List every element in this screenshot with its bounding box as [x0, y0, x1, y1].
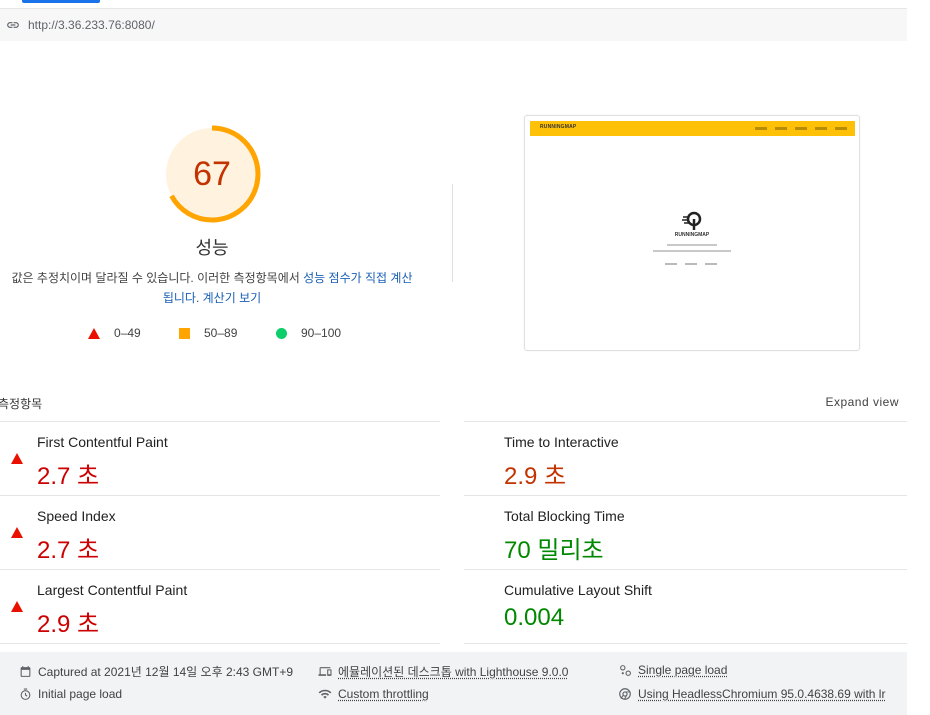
legend-range: 90–100	[301, 326, 342, 340]
legend-pass: 90–100	[276, 326, 341, 340]
single-page-load[interactable]: Single page load	[618, 663, 727, 677]
runner-logo-icon	[681, 210, 703, 232]
triangle-icon	[11, 584, 23, 612]
thumbnail-logo-text: RUNNINGMAP	[540, 124, 577, 130]
legend-range: 50–89	[204, 326, 238, 340]
description-separator: .	[195, 291, 203, 305]
emulated-device[interactable]: 에뮬레이션된 데스크톱 with Lighthouse 9.0.0	[318, 663, 568, 680]
single-load-text: Single page load	[638, 663, 728, 677]
link-icon	[6, 18, 20, 32]
devices-icon	[318, 665, 332, 679]
thumbnail-brand: RUNNINGMAP	[674, 232, 710, 238]
legend-average: 50–89	[179, 326, 237, 340]
calendar-icon	[18, 665, 32, 679]
thumbnail-text-line	[653, 250, 731, 252]
metric-time-to-interactive: Time to Interactive 2.9 초	[464, 421, 907, 495]
performance-score: 67	[193, 154, 231, 193]
runtime-settings-footer: Captured at 2021년 12월 14일 오후 2:43 GMT+9 …	[0, 652, 907, 715]
metric-name: Total Blocking Time	[504, 508, 625, 524]
throttling-text: Custom throttling	[338, 687, 429, 701]
final-screenshot-thumbnail[interactable]: RUNNINGMAP RUNNINGMAP	[524, 115, 860, 351]
initial-load-text: Initial page load	[38, 687, 123, 701]
vertical-divider	[452, 184, 453, 282]
page-url[interactable]: http://3.36.233.76:8080/	[28, 18, 155, 32]
gauge-label: 성능	[195, 238, 229, 258]
metric-first-contentful-paint: First Contentful Paint 2.7 초	[0, 421, 440, 495]
captured-text: Captured at 2021년 12월 14일 오후 2:43 GMT+9	[38, 665, 293, 679]
custom-throttling[interactable]: Custom throttling	[318, 687, 429, 701]
metric-value: 2.7 초	[37, 463, 100, 490]
metric-value: 2.9 초	[504, 463, 567, 490]
metric-value: 2.7 초	[37, 537, 100, 564]
thumbnail-header-bar: RUNNINGMAP	[530, 121, 855, 136]
metric-speed-index: Speed Index 2.7 초	[0, 495, 440, 569]
chromium-icon	[618, 687, 632, 701]
browser-info[interactable]: Using HeadlessChromium 95.0.4638.69 with…	[618, 687, 885, 701]
expand-view-button[interactable]: Expand view	[825, 395, 899, 409]
score-description: 값은 추정치이며 달라질 수 있습니다. 이러한 측정항목에서 성능 점수가 직…	[10, 268, 414, 308]
active-tab-indicator	[22, 0, 100, 3]
legend-fail: 0–49	[88, 326, 141, 340]
circle-icon	[276, 327, 287, 339]
triangle-icon	[11, 436, 23, 464]
metric-name: Largest Contentful Paint	[37, 582, 188, 598]
thumbnail-text-line	[667, 244, 717, 246]
metric-value: 0.004	[504, 604, 565, 631]
metric-name: Cumulative Layout Shift	[504, 582, 652, 598]
score-legend: 0–49 50–89 90–100	[0, 326, 430, 346]
performance-gauge: 67	[162, 124, 262, 224]
thumbnail-menu	[755, 125, 847, 130]
description-text: 값은 추정치이며 달라질 수 있습니다. 이러한 측정항목에서	[11, 271, 304, 285]
initial-page-load: Initial page load	[18, 687, 122, 701]
metric-value: 70 밀리초	[504, 537, 604, 564]
square-icon	[179, 327, 190, 339]
metric-name: Time to Interactive	[504, 434, 619, 450]
metric-cumulative-layout-shift: Cumulative Layout Shift 0.004	[464, 569, 907, 643]
metrics-title: 측정항목	[0, 397, 43, 411]
url-bar: http://3.36.233.76:8080/	[0, 8, 907, 41]
load-icon	[618, 663, 632, 677]
triangle-icon	[88, 327, 100, 339]
emulated-text: 에뮬레이션된 데스크톱 with Lighthouse 9.0.0	[338, 665, 569, 679]
metrics-bottom-border	[0, 643, 440, 644]
captured-at: Captured at 2021년 12월 14일 오후 2:43 GMT+9	[18, 663, 293, 680]
metric-largest-contentful-paint: Largest Contentful Paint 2.9 초	[0, 569, 440, 643]
metric-name: Speed Index	[37, 508, 116, 524]
metric-total-blocking-time: Total Blocking Time 70 밀리초	[464, 495, 907, 569]
metric-value: 2.9 초	[37, 611, 100, 638]
wifi-icon	[318, 687, 332, 701]
timer-icon	[18, 687, 32, 701]
calculator-link[interactable]: 계산기 보기	[203, 291, 262, 305]
metric-name: First Contentful Paint	[37, 434, 168, 450]
browser-text: Using HeadlessChromium 95.0.4638.69 with…	[638, 687, 886, 701]
thumbnail-links	[665, 263, 717, 265]
metrics-bottom-border	[464, 643, 907, 644]
legend-range: 0–49	[114, 326, 141, 340]
triangle-icon	[11, 510, 23, 538]
